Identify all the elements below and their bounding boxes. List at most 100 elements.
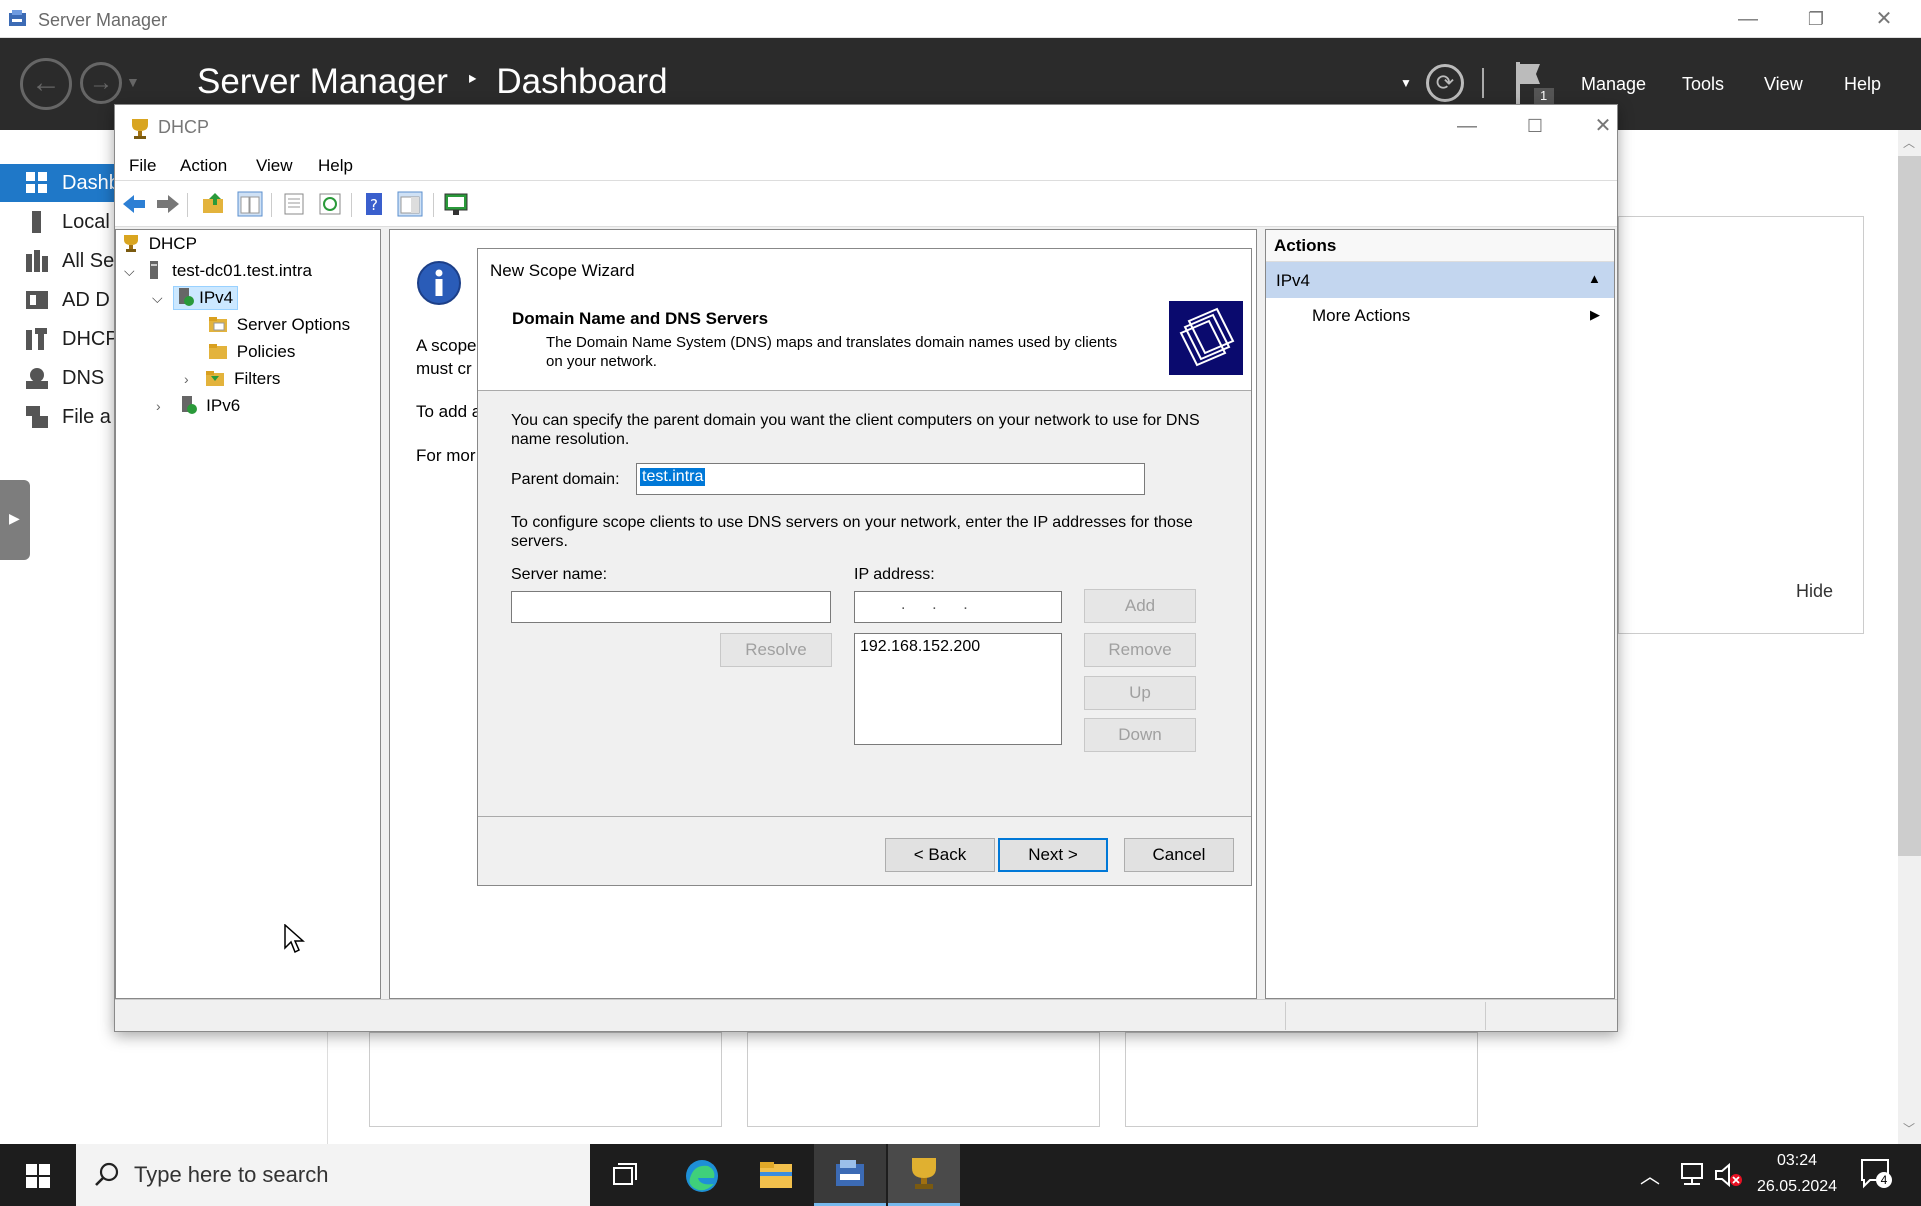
- manage-menu[interactable]: Manage: [1581, 74, 1646, 95]
- dns-ip-list-item[interactable]: 192.168.152.200: [860, 638, 980, 656]
- sidebar-item-ad-ds[interactable]: AD D: [0, 281, 120, 319]
- close-button[interactable]: ✕: [1864, 6, 1904, 32]
- taskbar: Type here to search: [0, 1144, 1921, 1206]
- status-bar: [115, 999, 1617, 1031]
- result-text-line: For mor: [416, 446, 476, 465]
- history-dropdown-icon[interactable]: ▼: [126, 74, 140, 90]
- dns-ip-list[interactable]: 192.168.152.200: [854, 633, 1062, 745]
- tree-node-filters[interactable]: › Filters: [184, 369, 280, 389]
- add-button[interactable]: Add: [1084, 589, 1196, 623]
- help-icon[interactable]: ?: [361, 191, 387, 217]
- sidebar-item-dhcp[interactable]: DHCP: [0, 320, 120, 358]
- parent-domain-field[interactable]: test.intra: [636, 463, 1145, 495]
- vertical-scrollbar[interactable]: ︿ ﹀: [1898, 130, 1921, 1144]
- forward-arrow-icon[interactable]: [155, 191, 181, 217]
- tree-node-dhcp[interactable]: DHCP: [122, 234, 197, 254]
- up-folder-icon[interactable]: [201, 191, 227, 217]
- cancel-button[interactable]: Cancel: [1124, 838, 1234, 872]
- toolbar-separator: [187, 193, 188, 217]
- help-menu[interactable]: Help: [1844, 74, 1881, 95]
- menu-help[interactable]: Help: [318, 156, 353, 176]
- show-hidden-icons-icon[interactable]: ︿: [1640, 1160, 1660, 1189]
- sidebar-item-local-server[interactable]: Local: [0, 203, 120, 241]
- dhcp-minimize-button[interactable]: —: [1447, 113, 1487, 139]
- next-button[interactable]: Next >: [998, 838, 1108, 872]
- folder-icon: [206, 371, 225, 386]
- tree-node-server[interactable]: ⌵ test-dc01.test.intra: [124, 261, 312, 281]
- sidebar-expand-handle[interactable]: ▶: [0, 480, 30, 560]
- back-arrow-icon[interactable]: [121, 191, 147, 217]
- network-icon[interactable]: [1678, 1162, 1706, 1188]
- dhcp-close-button[interactable]: ✕: [1583, 113, 1623, 139]
- sidebar-item-file-services[interactable]: File a: [0, 398, 120, 436]
- forward-nav-icon[interactable]: →: [80, 62, 122, 104]
- scroll-up-icon[interactable]: ︿: [1903, 134, 1915, 151]
- dhcp-maximize-button[interactable]: ☐: [1515, 113, 1555, 139]
- task-view-button[interactable]: [590, 1144, 662, 1206]
- server-name-input[interactable]: [511, 591, 831, 623]
- back-nav-icon[interactable]: ←: [20, 58, 72, 110]
- expand-chevron-icon[interactable]: ›: [156, 398, 161, 414]
- refresh-icon[interactable]: ⟳: [1426, 64, 1464, 102]
- header-dropdown-icon[interactable]: ▼: [1400, 76, 1412, 90]
- tree-node-ipv4[interactable]: ⌵ IPv4: [152, 286, 239, 310]
- tree-node-ipv6[interactable]: › IPv6: [156, 396, 240, 416]
- menu-action[interactable]: Action: [180, 156, 227, 176]
- show-hide-console-tree-icon[interactable]: [237, 191, 263, 217]
- properties-icon[interactable]: [281, 191, 307, 217]
- resolve-button[interactable]: Resolve: [720, 633, 832, 667]
- collapse-section-icon[interactable]: ▲: [1588, 271, 1601, 286]
- back-button[interactable]: < Back: [885, 838, 995, 872]
- sidebar-item-all-servers[interactable]: All Se: [0, 242, 120, 280]
- tools-menu[interactable]: Tools: [1682, 74, 1724, 95]
- collapse-chevron-icon[interactable]: ⌵: [124, 263, 135, 279]
- tree-node-policies[interactable]: Policies: [208, 342, 295, 362]
- monitor-icon[interactable]: [443, 191, 469, 217]
- file-explorer-taskbar-button[interactable]: [740, 1144, 812, 1206]
- scrollbar-thumb[interactable]: [1898, 156, 1921, 856]
- all-servers-icon: [26, 250, 48, 272]
- dhcp-taskbar-button[interactable]: [888, 1144, 960, 1206]
- taskbar-clock[interactable]: 03:24 26.05.2024: [1752, 1148, 1842, 1200]
- ipv4-icon: [179, 288, 195, 306]
- menu-file[interactable]: File: [129, 156, 156, 176]
- collapse-chevron-icon[interactable]: ⌵: [152, 290, 163, 306]
- server-name-label: Server name:: [511, 566, 608, 583]
- minimize-button[interactable]: —: [1728, 6, 1768, 32]
- ad-ds-icon: [26, 291, 48, 309]
- dhcp-taskbar-icon: [912, 1158, 936, 1189]
- refresh-list-icon[interactable]: [317, 191, 343, 217]
- hide-link[interactable]: Hide: [1796, 581, 1833, 602]
- expand-chevron-icon[interactable]: ›: [184, 371, 189, 387]
- toolbar-separator: [351, 193, 352, 217]
- tree-node-server-options[interactable]: Server Options: [208, 315, 350, 335]
- breadcrumb-separator: ‣: [465, 67, 479, 92]
- sidebar-item-dns[interactable]: DNS: [0, 359, 120, 397]
- tree-label: Policies: [236, 342, 296, 361]
- show-action-pane-icon[interactable]: [397, 191, 423, 217]
- restore-button[interactable]: ❐: [1796, 6, 1836, 32]
- edge-taskbar-button[interactable]: [666, 1144, 738, 1206]
- breadcrumb-root: Server Manager: [197, 62, 448, 101]
- sidebar-item-dashboard[interactable]: Dashb: [0, 164, 120, 202]
- more-actions-item[interactable]: More Actions ▶: [1266, 300, 1614, 332]
- view-menu[interactable]: View: [1764, 74, 1803, 95]
- start-button[interactable]: [0, 1144, 76, 1206]
- volume-muted-icon[interactable]: [1714, 1162, 1744, 1188]
- menu-view[interactable]: View: [256, 156, 293, 176]
- server-manager-taskbar-button[interactable]: [814, 1144, 886, 1206]
- actions-section-ipv4[interactable]: IPv4 ▲: [1266, 262, 1614, 298]
- result-pane-text: A scope must cr To add a For mor: [416, 334, 481, 467]
- ip-address-input[interactable]: . . .: [854, 591, 1062, 623]
- breadcrumb-page: Dashboard: [496, 62, 668, 101]
- down-button[interactable]: Down: [1084, 718, 1196, 752]
- svg-text:?: ?: [370, 196, 378, 214]
- toolbar-separator: [433, 193, 434, 217]
- remove-button[interactable]: Remove: [1084, 633, 1196, 667]
- notification-center-button[interactable]: 4: [1860, 1158, 1894, 1195]
- search-placeholder: Type here to search: [134, 1162, 329, 1187]
- scroll-down-icon[interactable]: ﹀: [1903, 1120, 1915, 1137]
- taskbar-search-box[interactable]: Type here to search: [76, 1144, 590, 1206]
- up-button[interactable]: Up: [1084, 676, 1196, 710]
- wizard-header: New Scope Wizard Domain Name and DNS Ser…: [478, 249, 1251, 391]
